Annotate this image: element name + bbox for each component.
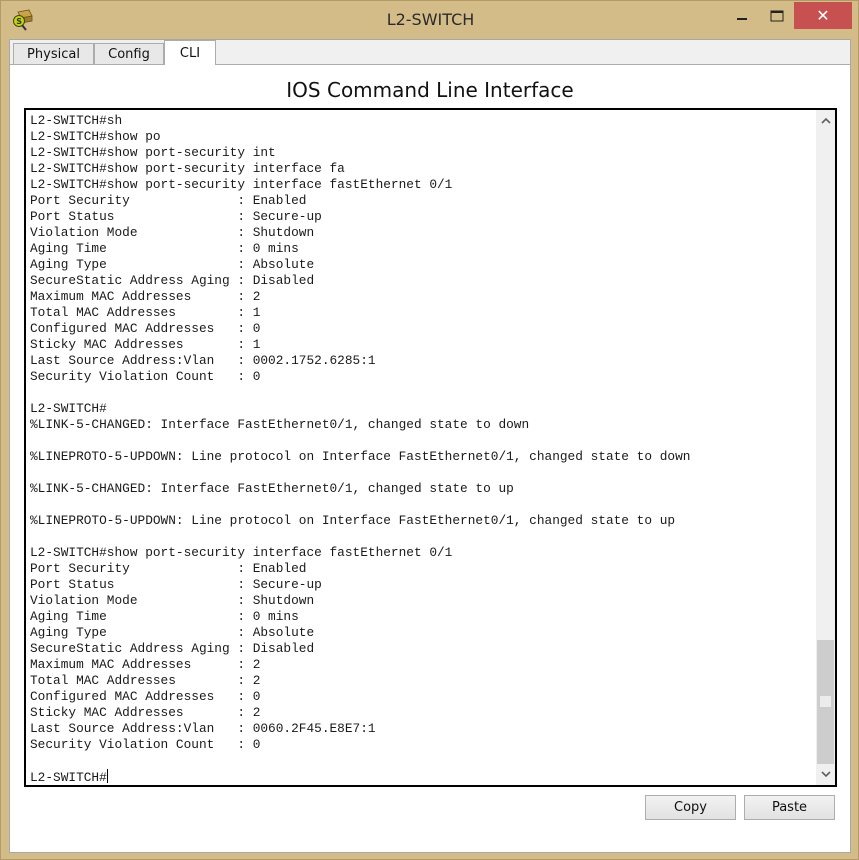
chevron-down-icon xyxy=(820,771,831,778)
terminal-line: Total MAC Addresses : 1 xyxy=(30,305,261,320)
terminal-line: L2-SWITCH# xyxy=(30,401,107,416)
minimize-icon xyxy=(737,17,747,20)
text-cursor xyxy=(106,769,108,783)
terminal-line: Port Status : Secure-up xyxy=(30,209,322,224)
title-bar[interactable]: S L2-SWITCH ✕ xyxy=(1,1,859,39)
terminal-line: Security Violation Count : 0 xyxy=(30,369,261,384)
terminal-prompt-line[interactable]: L2-SWITCH# xyxy=(30,769,813,785)
terminal-line: Sticky MAC Addresses : 1 xyxy=(30,337,261,352)
terminal-line: Maximum MAC Addresses : 2 xyxy=(30,657,261,672)
terminal-line: Last Source Address:Vlan : 0002.1752.628… xyxy=(30,353,376,368)
terminal-line: Aging Type : Absolute xyxy=(30,257,315,272)
terminal-line: SecureStatic Address Aging : Disabled xyxy=(30,641,315,656)
terminal-line: Security Violation Count : 0 xyxy=(30,737,261,752)
terminal-line: L2-SWITCH#show port-security interface f… xyxy=(30,177,453,192)
terminal-line: Configured MAC Addresses : 0 xyxy=(30,689,261,704)
terminal-line: %LINEPROTO-5-UPDOWN: Line protocol on In… xyxy=(30,449,691,464)
tab-physical[interactable]: Physical xyxy=(13,43,94,64)
paste-button[interactable]: Paste xyxy=(744,795,835,820)
terminal-line: SecureStatic Address Aging : Disabled xyxy=(30,273,315,288)
scroll-thumb[interactable] xyxy=(817,640,834,764)
terminal-line: Aging Type : Absolute xyxy=(30,625,315,640)
device-window: S L2-SWITCH ✕ Physical Config CLI IOS Co… xyxy=(0,0,859,860)
terminal-line: %LINK-5-CHANGED: Interface FastEthernet0… xyxy=(30,481,514,496)
terminal-line: %LINEPROTO-5-UPDOWN: Line protocol on In… xyxy=(30,513,676,528)
terminal-prompt: L2-SWITCH# xyxy=(30,770,107,785)
chevron-up-icon xyxy=(820,117,831,124)
terminal-line: Total MAC Addresses : 2 xyxy=(30,673,261,688)
terminal-line: Violation Mode : Shutdown xyxy=(30,593,315,608)
terminal-line: Last Source Address:Vlan : 0060.2F45.E8E… xyxy=(30,721,376,736)
terminal-line: Maximum MAC Addresses : 2 xyxy=(30,289,261,304)
terminal-line: %LINK-5-CHANGED: Interface FastEthernet0… xyxy=(30,417,530,432)
scroll-grip xyxy=(820,696,831,707)
terminal-line: Port Security : Enabled xyxy=(30,561,307,576)
tab-config[interactable]: Config xyxy=(94,43,164,64)
cli-terminal[interactable]: L2-SWITCH#sh L2-SWITCH#show po L2-SWITCH#s… xyxy=(24,108,837,787)
terminal-scrollbar[interactable] xyxy=(816,110,835,785)
terminal-line: L2-SWITCH#sh xyxy=(30,113,123,128)
terminal-line: Port Status : Secure-up xyxy=(30,577,322,592)
minimize-button[interactable] xyxy=(727,2,757,29)
maximize-icon xyxy=(770,10,784,21)
tab-cli[interactable]: CLI xyxy=(164,40,216,65)
close-icon: ✕ xyxy=(816,6,830,25)
terminal-line: Port Security : Enabled xyxy=(30,193,307,208)
terminal-line: L2-SWITCH#show port-security interface f… xyxy=(30,161,345,176)
scroll-up-button[interactable] xyxy=(816,112,835,129)
terminal-line: Aging Time : 0 mins xyxy=(30,609,299,624)
terminal-line: Aging Time : 0 mins xyxy=(30,241,299,256)
maximize-button[interactable] xyxy=(763,2,791,29)
terminal-line: Configured MAC Addresses : 0 xyxy=(30,321,261,336)
scroll-down-button[interactable] xyxy=(816,766,835,783)
client-area: Physical Config CLI IOS Command Line Int… xyxy=(9,39,851,853)
terminal-line: L2-SWITCH#show port-security int xyxy=(30,145,276,160)
terminal-line: Sticky MAC Addresses : 2 xyxy=(30,705,261,720)
page-title: IOS Command Line Interface xyxy=(286,78,574,102)
close-button[interactable]: ✕ xyxy=(794,2,852,29)
terminal-output[interactable]: L2-SWITCH#sh L2-SWITCH#show po L2-SWITCH#s… xyxy=(30,110,813,785)
terminal-line: L2-SWITCH#show po xyxy=(30,129,161,144)
copy-button[interactable]: Copy xyxy=(645,795,736,820)
terminal-line: L2-SWITCH#show port-security interface f… xyxy=(30,545,453,560)
terminal-line: Violation Mode : Shutdown xyxy=(30,225,315,240)
tab-strip: Physical Config CLI xyxy=(10,40,850,65)
